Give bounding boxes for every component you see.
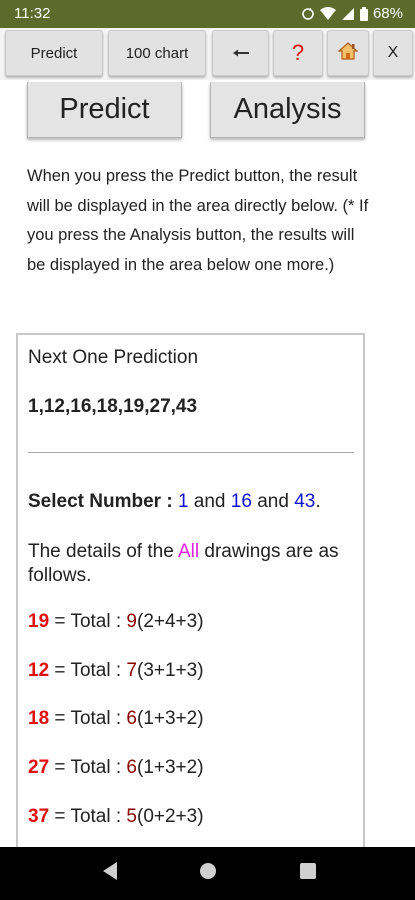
select-number-2: 16 [230, 491, 252, 512]
row-number: 19 [28, 611, 50, 632]
row-total-value: 7 [126, 660, 137, 681]
result-heading: Next One Prediction [28, 347, 199, 368]
back-button[interactable] [212, 30, 269, 76]
instructions-text: When you press the Predict button, the r… [27, 167, 369, 274]
row-total-value: 5 [126, 806, 137, 827]
row-total-label: = Total : [49, 806, 127, 827]
and-text-2: and [251, 491, 295, 512]
row-number: 18 [28, 708, 50, 729]
status-bar: 11:32 68% [0, 0, 415, 28]
result-panel: Next One Prediction 1,12,16,18,19,27,43 … [16, 333, 365, 853]
home-circle-icon [198, 861, 218, 886]
row-detail: (1+3+2) [137, 708, 204, 729]
close-button[interactable]: X [373, 30, 413, 76]
back-arrow-icon [232, 45, 250, 62]
back-triangle-icon [101, 861, 119, 886]
hundred-chart-button[interactable]: 100 chart [108, 30, 206, 76]
total-row: 18 = Total : 6(1+3+2) [28, 708, 204, 730]
total-row: 12 = Total : 7(3+1+3) [28, 660, 204, 682]
details-all-highlight: All [178, 541, 200, 562]
sync-icon [301, 7, 315, 21]
analysis-button[interactable]: Analysis [210, 82, 365, 138]
row-number: 12 [28, 660, 50, 681]
predicted-numbers: 1,12,16,18,19,27,43 [28, 396, 198, 417]
status-time: 11:32 [14, 5, 51, 22]
help-button[interactable]: ? [273, 30, 323, 76]
row-detail: (1+3+2) [137, 757, 204, 778]
total-row: 27 = Total : 6(1+3+2) [28, 757, 204, 779]
signal-icon [341, 7, 355, 21]
battery-percent: 68% [372, 5, 403, 22]
row-detail: (3+1+3) [137, 660, 204, 681]
home-icon [337, 42, 359, 64]
select-number-label: Select Number : [28, 491, 178, 512]
row-total-value: 9 [126, 611, 137, 632]
nav-recents-button[interactable] [278, 847, 338, 900]
divider [28, 452, 354, 453]
select-number-3: 43 [294, 491, 316, 512]
total-row: 37 = Total : 5(0+2+3) [28, 806, 204, 828]
predict-button[interactable]: Predict [27, 82, 182, 138]
status-icons: 68% [301, 5, 403, 22]
toolbar: Predict 100 chart ? X [0, 28, 415, 80]
nav-home-button[interactable] [178, 847, 238, 900]
row-total-label: = Total : [49, 757, 127, 778]
row-detail: (0+2+3) [137, 806, 204, 827]
recents-square-icon [299, 862, 317, 885]
period-text: . [315, 491, 321, 512]
nav-back-button[interactable] [80, 847, 140, 900]
select-number-1: 1 [177, 491, 189, 512]
question-icon: ? [291, 40, 305, 65]
home-button[interactable] [327, 30, 369, 76]
wifi-icon [319, 6, 336, 21]
predict-tab-button[interactable]: Predict [5, 30, 103, 76]
details-intro: The details of the All drawings are as f… [28, 540, 348, 588]
select-number-line: Select Number : 1 and 16 and 43. [28, 491, 321, 513]
row-number: 27 [28, 757, 50, 778]
row-total-label: = Total : [49, 708, 127, 729]
row-total-label: = Total : [49, 660, 127, 681]
details-prefix: The details of the [28, 541, 178, 562]
row-detail: (2+4+3) [137, 611, 204, 632]
navigation-bar [0, 847, 415, 900]
and-text-1: and [188, 491, 231, 512]
total-row: 19 = Total : 9(2+4+3) [28, 611, 204, 633]
row-total-value: 6 [126, 708, 137, 729]
row-total-label: = Total : [49, 611, 127, 632]
row-number: 37 [28, 806, 50, 827]
battery-icon [359, 6, 368, 21]
row-total-value: 6 [126, 757, 137, 778]
